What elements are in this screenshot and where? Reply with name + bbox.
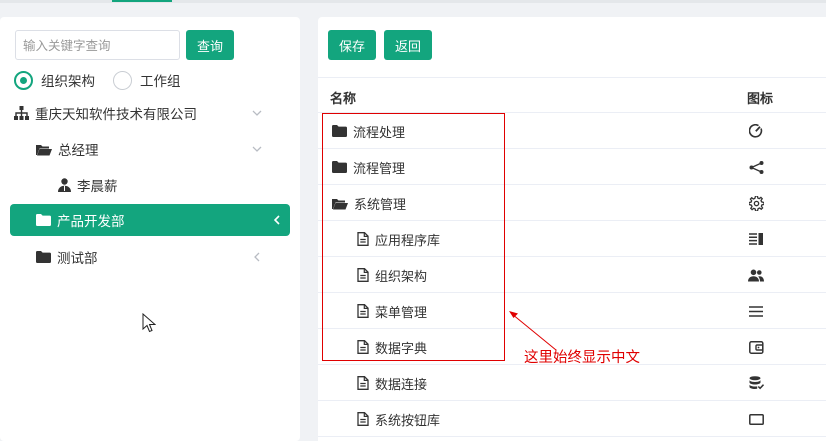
active-tab-indicator bbox=[112, 0, 172, 2]
table-row[interactable]: 数据连接 bbox=[318, 365, 826, 401]
chevron-left-icon[interactable] bbox=[270, 213, 284, 227]
annotation-text: 这里始终显示中文 bbox=[524, 350, 640, 366]
back-button[interactable]: 返回 bbox=[384, 30, 432, 60]
user-icon bbox=[58, 178, 71, 192]
tree-item-label: 产品开发部 bbox=[57, 214, 125, 230]
chevron-left-icon[interactable] bbox=[250, 250, 264, 264]
tree-item-product-dev[interactable]: 产品开发部 bbox=[10, 204, 290, 236]
rectangle-icon bbox=[748, 411, 764, 427]
folder-icon bbox=[36, 251, 51, 263]
tree-type-radio-group: 组织架构 工作组 bbox=[14, 69, 199, 91]
radio-workgroup[interactable] bbox=[113, 70, 132, 90]
tree-item-label: 重庆天知软件技术有限公司 bbox=[35, 107, 197, 123]
tree-item-company[interactable]: 重庆天知软件技术有限公司 bbox=[0, 97, 280, 129]
list-bars-icon bbox=[748, 231, 764, 247]
wallet-icon bbox=[748, 339, 764, 355]
folder-icon bbox=[36, 214, 51, 226]
file-icon bbox=[357, 376, 369, 390]
users-icon bbox=[748, 267, 764, 283]
org-tree-panel: 查询 组织架构 工作组 重庆天知软件技术有限公司 总经理 李晨薪 bbox=[0, 17, 300, 441]
search-input[interactable] bbox=[15, 30, 180, 60]
sitemap-icon bbox=[14, 106, 29, 120]
tree-item-label: 测试部 bbox=[57, 251, 98, 267]
folder-open-icon bbox=[36, 143, 52, 156]
column-header-icon: 图标 bbox=[747, 92, 774, 107]
menu-icon bbox=[748, 303, 764, 319]
tree-item-person[interactable]: 李晨薪 bbox=[0, 169, 280, 201]
row-name: 数据连接 bbox=[375, 377, 428, 393]
file-icon bbox=[357, 412, 369, 426]
column-header-name: 名称 bbox=[330, 92, 357, 107]
annotation-highlight-box bbox=[322, 113, 505, 361]
radio-org-structure[interactable] bbox=[14, 70, 33, 90]
tree-item-label: 李晨薪 bbox=[77, 179, 118, 195]
row-name: 系统按钮库 bbox=[375, 413, 441, 429]
radio-org-structure-label: 组织架构 bbox=[41, 74, 95, 90]
mouse-cursor-icon bbox=[142, 313, 156, 333]
share-nodes-icon bbox=[748, 159, 764, 175]
gear-icon bbox=[748, 195, 764, 211]
database-icon bbox=[748, 375, 764, 391]
gauge-icon bbox=[748, 123, 764, 139]
radio-workgroup-label: 工作组 bbox=[140, 74, 181, 90]
chevron-down-icon[interactable] bbox=[250, 142, 264, 156]
table-row[interactable]: 系统按钮库 bbox=[318, 401, 826, 437]
chevron-down-icon[interactable] bbox=[250, 106, 264, 120]
save-button[interactable]: 保存 bbox=[328, 30, 376, 60]
tree-item-general-manager[interactable]: 总经理 bbox=[0, 133, 280, 165]
tree-item-test-dept[interactable]: 测试部 bbox=[0, 241, 280, 273]
query-button[interactable]: 查询 bbox=[186, 30, 234, 60]
table-header: 名称 图标 bbox=[318, 77, 826, 113]
tree-item-label: 总经理 bbox=[58, 143, 99, 159]
